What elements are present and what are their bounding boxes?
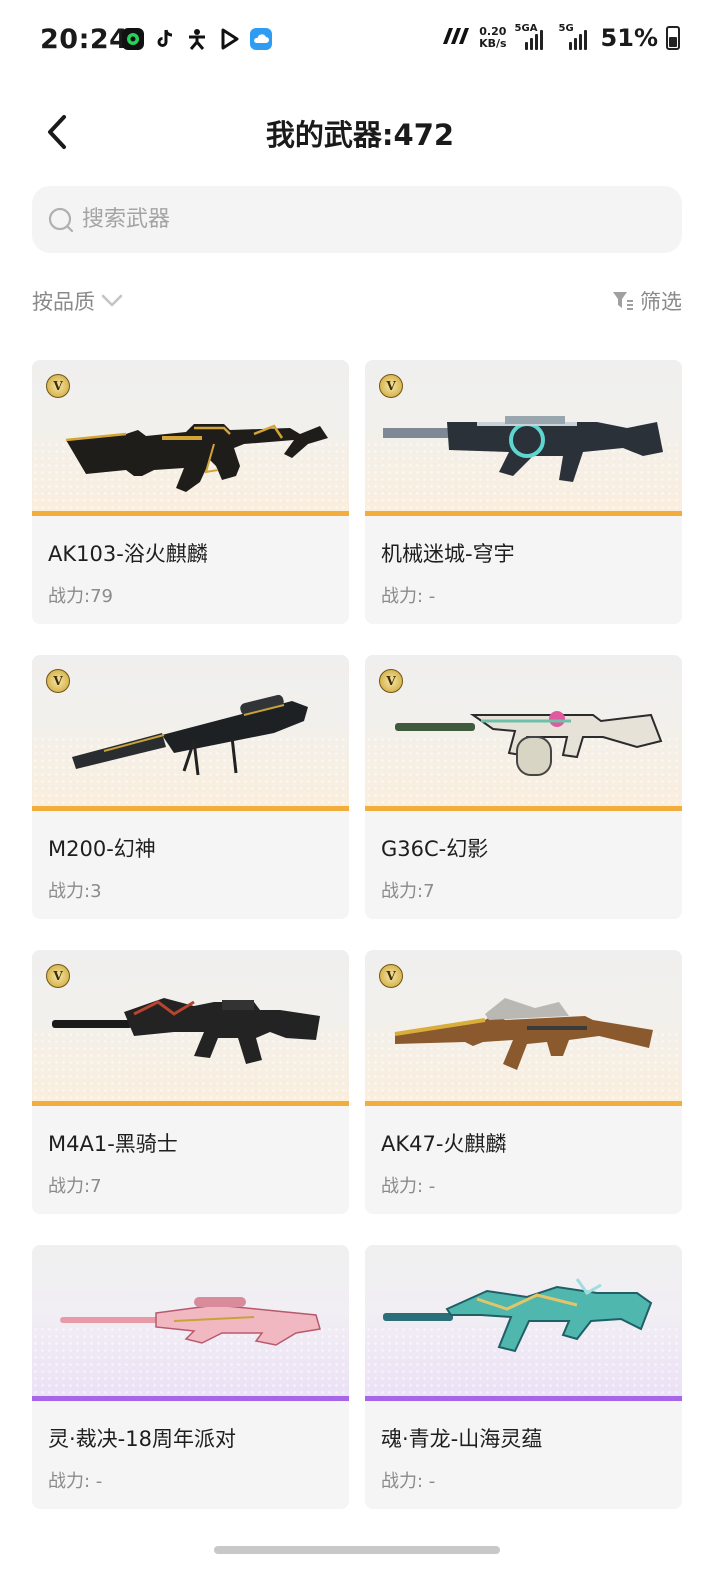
m-network-icon [441,26,471,50]
weapon-card[interactable]: V M4A1-黑骑士 战力:7 [32,950,349,1214]
weapon-power: 战力: - [381,586,436,607]
ak47-rifle-image [394,998,653,1070]
weapon-image-area: V [32,360,349,516]
header: 我的武器:472 [0,100,720,164]
weapon-image-area: V [32,950,349,1106]
sort-by-quality-dropdown[interactable]: 按品质 [32,286,123,316]
weapon-card[interactable]: V G36C-幻影 战力:7 [365,655,682,919]
g36c-rifle-image [395,711,663,776]
chevron-down-icon [101,294,123,307]
weapon-name: M4A1-黑骑士 [48,1132,178,1156]
tiktok-icon [152,26,177,51]
figure-app-icon [184,26,209,51]
weapon-power: 战力: - [381,1176,436,1197]
weapon-card[interactable]: V AK103-浴火麒麟 战力:79 [32,360,349,624]
weapon-name: 魂·青龙-山海灵蕴 [381,1427,543,1451]
signal-5g-label: 5G [558,23,574,34]
iqiyi-icon [120,26,145,51]
signal-5ga-label: 5GA [514,23,538,34]
weapon-image-area [365,1245,682,1401]
weapon-power: 战力:3 [48,881,102,902]
weapon-power: 战力:7 [48,1176,102,1197]
pink-sniper-image [60,1297,321,1346]
m200-sniper-image [72,694,308,776]
sort-label: 按品质 [32,290,95,314]
mech-city-rifle-image [383,416,663,482]
weapon-card[interactable]: V AK47-火麒麟 战力: - [365,950,682,1214]
weapon-card[interactable]: V 机械迷城-穹宇 战力: - [365,360,682,624]
weapon-name: 机械迷城-穹宇 [381,542,515,566]
filter-button[interactable]: 筛选 [612,286,682,316]
weapon-power: 战力: - [381,1471,436,1492]
weapon-name: G36C-幻影 [381,837,489,861]
search-box[interactable] [32,186,682,253]
net-speed-unit: KB/s [479,37,507,50]
search-icon [48,207,74,233]
status-indicators: 0.20 KB/s 5GA 5G 51% [441,23,680,52]
weapon-image-area: V [32,655,349,811]
notification-icons [120,26,273,51]
cloud-app-icon [248,26,273,51]
weapon-name: M200-幻神 [48,837,156,861]
filter-label: 筛选 [640,290,682,314]
weapon-grid: V AK103-浴火麒麟 战力:79 V 机械迷城-穹宇 战力: - V M20… [32,360,682,1509]
play-icon [216,26,241,51]
weapon-name: AK47-火麒麟 [381,1132,507,1156]
m4a1-rifle-image [52,998,320,1064]
status-time: 20:24 [40,24,129,55]
weapon-card[interactable]: V M200-幻神 战力:3 [32,655,349,919]
weapon-power: 战力: - [48,1471,103,1492]
weapon-image-area: V [365,655,682,811]
weapon-name: 灵·裁决-18周年派对 [48,1427,236,1451]
ak103-rifle-image [65,424,328,492]
battery-percent: 51% [600,24,658,52]
weapon-power: 战力:79 [48,586,113,607]
net-speed: 0.20 KB/s [479,26,506,50]
signal-5ga-icon: 5GA [514,23,551,50]
weapon-image-area: V [365,360,682,516]
page-title: 我的武器:472 [265,118,455,152]
weapon-name: AK103-浴火麒麟 [48,542,208,566]
signal-5g-icon: 5G [558,23,593,50]
weapon-image-area: V [365,950,682,1106]
status-bar: 20:24 0.20 KB/s 5GA 5G 51% [0,0,720,80]
weapon-card[interactable]: 魂·青龙-山海灵蕴 战力: - [365,1245,682,1509]
azure-dragon-rifle-image [383,1278,653,1353]
weapon-power: 战力:7 [381,881,435,902]
weapon-card[interactable]: 灵·裁决-18周年派对 战力: - [32,1245,349,1509]
filter-icon [613,292,633,310]
home-indicator[interactable] [214,1546,500,1554]
weapon-image-area [32,1245,349,1401]
search-input[interactable] [82,207,642,232]
battery-icon [666,26,680,50]
